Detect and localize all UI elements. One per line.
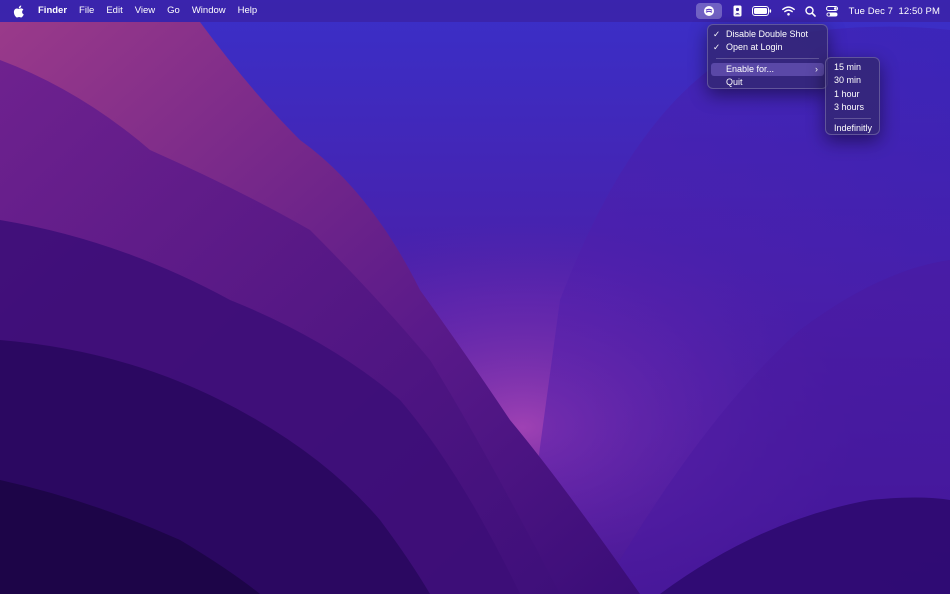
menu-view[interactable]: View — [129, 0, 161, 22]
menu-help[interactable]: Help — [232, 0, 264, 22]
submenu-item-1-hour[interactable]: 1 hour — [829, 88, 876, 101]
menu-go[interactable]: Go — [161, 0, 186, 22]
desktop-wallpaper — [0, 0, 950, 594]
double-shot-icon[interactable] — [695, 3, 722, 19]
submenu-item-indefinitely[interactable]: Indefinitly — [829, 122, 876, 135]
clock-date: Tue Dec 7 — [848, 5, 894, 17]
wifi-icon[interactable] — [781, 3, 795, 19]
double-shot-menu: ✓ Disable Double Shot ✓ Open at Login En… — [707, 24, 828, 89]
menu-separator — [716, 58, 819, 60]
menu-item-quit[interactable]: Quit — [711, 76, 824, 89]
menu-separator — [834, 117, 871, 119]
menu-window[interactable]: Window — [186, 0, 232, 22]
menubar-clock[interactable]: Tue Dec 7 12:50 PM — [849, 6, 940, 17]
submenu-item-3-hours[interactable]: 3 hours — [829, 101, 876, 114]
menu-edit[interactable]: Edit — [100, 0, 128, 22]
menu-item-enable-for[interactable]: Enable for... › — [711, 62, 824, 76]
submenu-item-30-min[interactable]: 30 min — [829, 74, 876, 87]
clock-time: 12:50 PM — [898, 5, 940, 17]
menu-item-label: Quit — [726, 76, 743, 87]
battery-icon[interactable] — [751, 3, 772, 19]
menu-item-open-at-login[interactable]: ✓ Open at Login — [711, 41, 824, 54]
menu-item-label: Open at Login — [726, 42, 783, 53]
apple-logo-icon[interactable] — [4, 5, 32, 18]
menu-file[interactable]: File — [73, 0, 100, 22]
checkmark-icon: ✓ — [713, 29, 721, 39]
enable-for-submenu: 15 min 30 min 1 hour 3 hours Indefinitly — [825, 57, 880, 135]
search-icon[interactable] — [804, 3, 816, 19]
control-center-icon[interactable] — [825, 3, 838, 19]
menu-item-label: Disable Double Shot — [726, 29, 809, 39]
menu-item-disable-double-shot[interactable]: ✓ Disable Double Shot — [711, 28, 824, 41]
chevron-right-icon: › — [815, 63, 818, 74]
menu-bar: Finder File Edit View Go Window Help Tue… — [0, 0, 950, 22]
checkmark-icon: ✓ — [713, 42, 721, 53]
contact-card-icon[interactable] — [733, 3, 742, 19]
submenu-item-15-min[interactable]: 15 min — [829, 61, 876, 74]
menu-item-label: Enable for... — [726, 63, 775, 74]
menu-finder[interactable]: Finder — [32, 0, 73, 22]
